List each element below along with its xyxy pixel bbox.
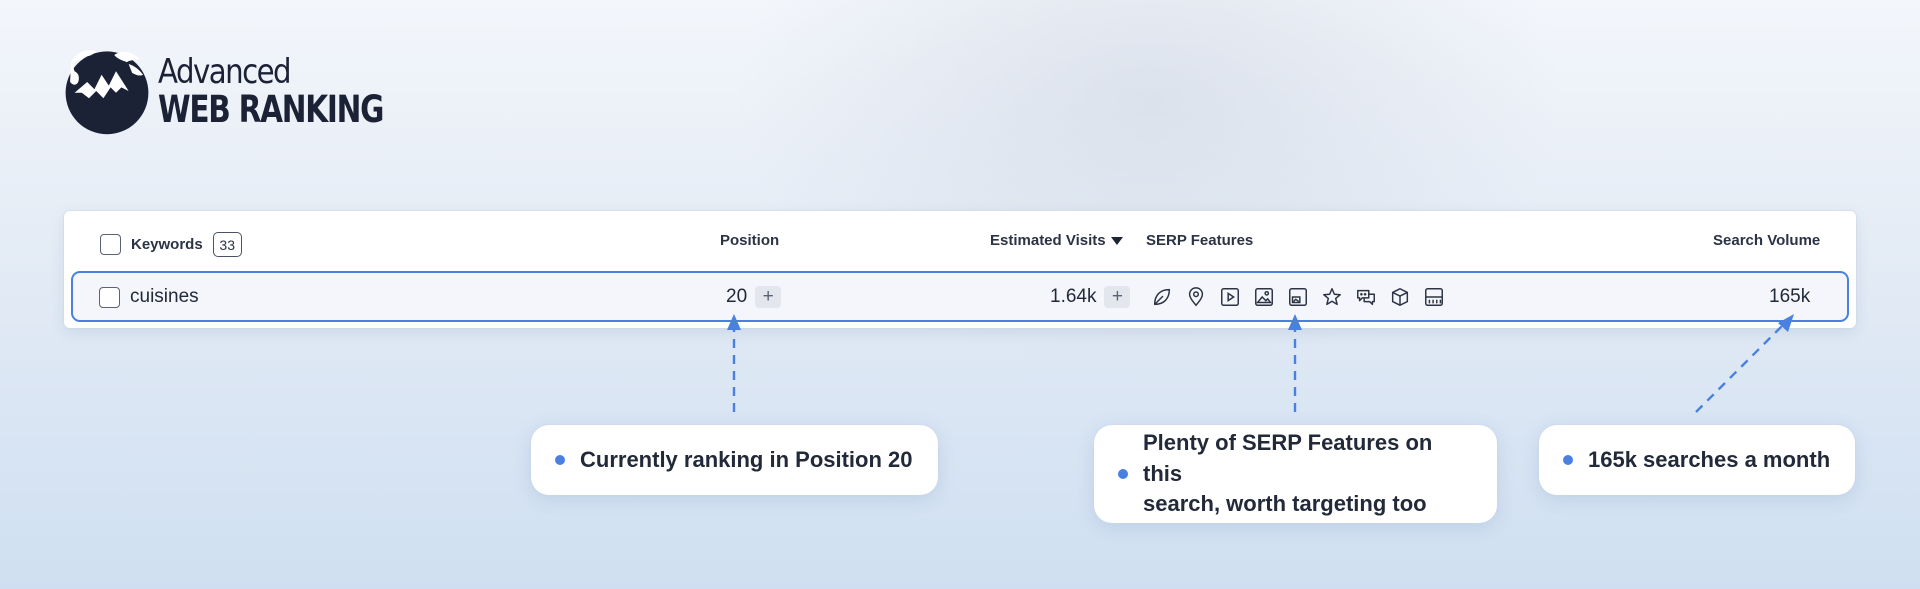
thumbnail-icon[interactable] — [1287, 286, 1309, 308]
bullet-dot-icon — [1563, 455, 1573, 465]
featured-snippet-icon[interactable] — [1151, 286, 1173, 308]
volume-callout-text: 165k searches a month — [1588, 446, 1831, 472]
knowledge-panel-icon[interactable] — [1389, 286, 1411, 308]
brand-name-line2: WEB RANKING — [158, 87, 384, 131]
position-header-label: Position — [720, 232, 780, 249]
bullet-dot-icon — [1118, 469, 1128, 479]
search-volume-value: 165k — [1769, 286, 1811, 307]
row-checkbox[interactable] — [99, 286, 120, 308]
keyword-text: cuisines — [130, 286, 199, 307]
background-glow — [700, 0, 1600, 400]
position-cell: 20 + — [726, 285, 782, 309]
estimated-visits-header[interactable]: Estimated Visits — [990, 232, 1123, 249]
volume-arrow-line — [1695, 323, 1785, 413]
serp-callout-text-line2: search, worth targeting too — [1143, 491, 1427, 517]
bullet-dot-icon — [555, 455, 565, 465]
position-callout: Currently ranking in Position 20 — [531, 425, 938, 495]
add-visits-button[interactable]: + — [1104, 286, 1131, 308]
people-also-ask-icon[interactable] — [1355, 286, 1377, 308]
sort-desc-icon[interactable] — [1110, 236, 1123, 245]
keywords-table: Keywords 33 Position Estimated Visits SE… — [64, 211, 1856, 328]
serp-features-header[interactable]: SERP Features — [1146, 232, 1253, 249]
estimated-visits-header-label: Estimated Visits — [990, 232, 1106, 249]
serp-callout: Plenty of SERP Features on this search, … — [1094, 425, 1497, 523]
estimated-visits-cell: 1.64k + — [1050, 285, 1131, 309]
video-icon[interactable] — [1219, 286, 1241, 308]
images-icon[interactable] — [1253, 286, 1275, 308]
keywords-header: Keywords 33 — [100, 232, 242, 257]
keyword-count-badge: 33 — [212, 232, 242, 257]
serp-callout-text-line1: Plenty of SERP Features on this — [1143, 430, 1433, 486]
serp-features-cell — [1151, 285, 1445, 309]
brand-name-line1: Advanced — [158, 51, 292, 92]
keyword-cell: cuisines — [99, 285, 199, 309]
keywords-header-label: Keywords — [131, 236, 203, 253]
position-callout-text: Currently ranking in Position 20 — [580, 446, 913, 472]
reviews-icon[interactable] — [1321, 286, 1343, 308]
add-position-button[interactable]: + — [755, 286, 782, 308]
search-volume-cell: 165k — [1769, 285, 1810, 309]
search-volume-header[interactable]: Search Volume — [1713, 232, 1820, 249]
table-row[interactable]: cuisines 20 + 1.64k + 165k — [71, 271, 1849, 322]
site-links-icon[interactable] — [1423, 286, 1445, 308]
select-all-checkbox[interactable] — [100, 234, 121, 255]
volume-callout: 165k searches a month — [1539, 425, 1855, 495]
serp-features-header-label: SERP Features — [1146, 232, 1254, 249]
position-header[interactable]: Position — [720, 232, 779, 249]
position-value: 20 — [726, 286, 748, 307]
search-volume-header-label: Search Volume — [1713, 232, 1821, 249]
table-header-row: Keywords 33 Position Estimated Visits SE… — [64, 211, 1856, 271]
globe-mountain-logo-icon — [65, 50, 149, 135]
brand-logo: Advanced WEB RANKING — [62, 46, 439, 136]
local-pack-icon[interactable] — [1185, 286, 1207, 308]
estimated-visits-value: 1.64k — [1050, 286, 1097, 307]
